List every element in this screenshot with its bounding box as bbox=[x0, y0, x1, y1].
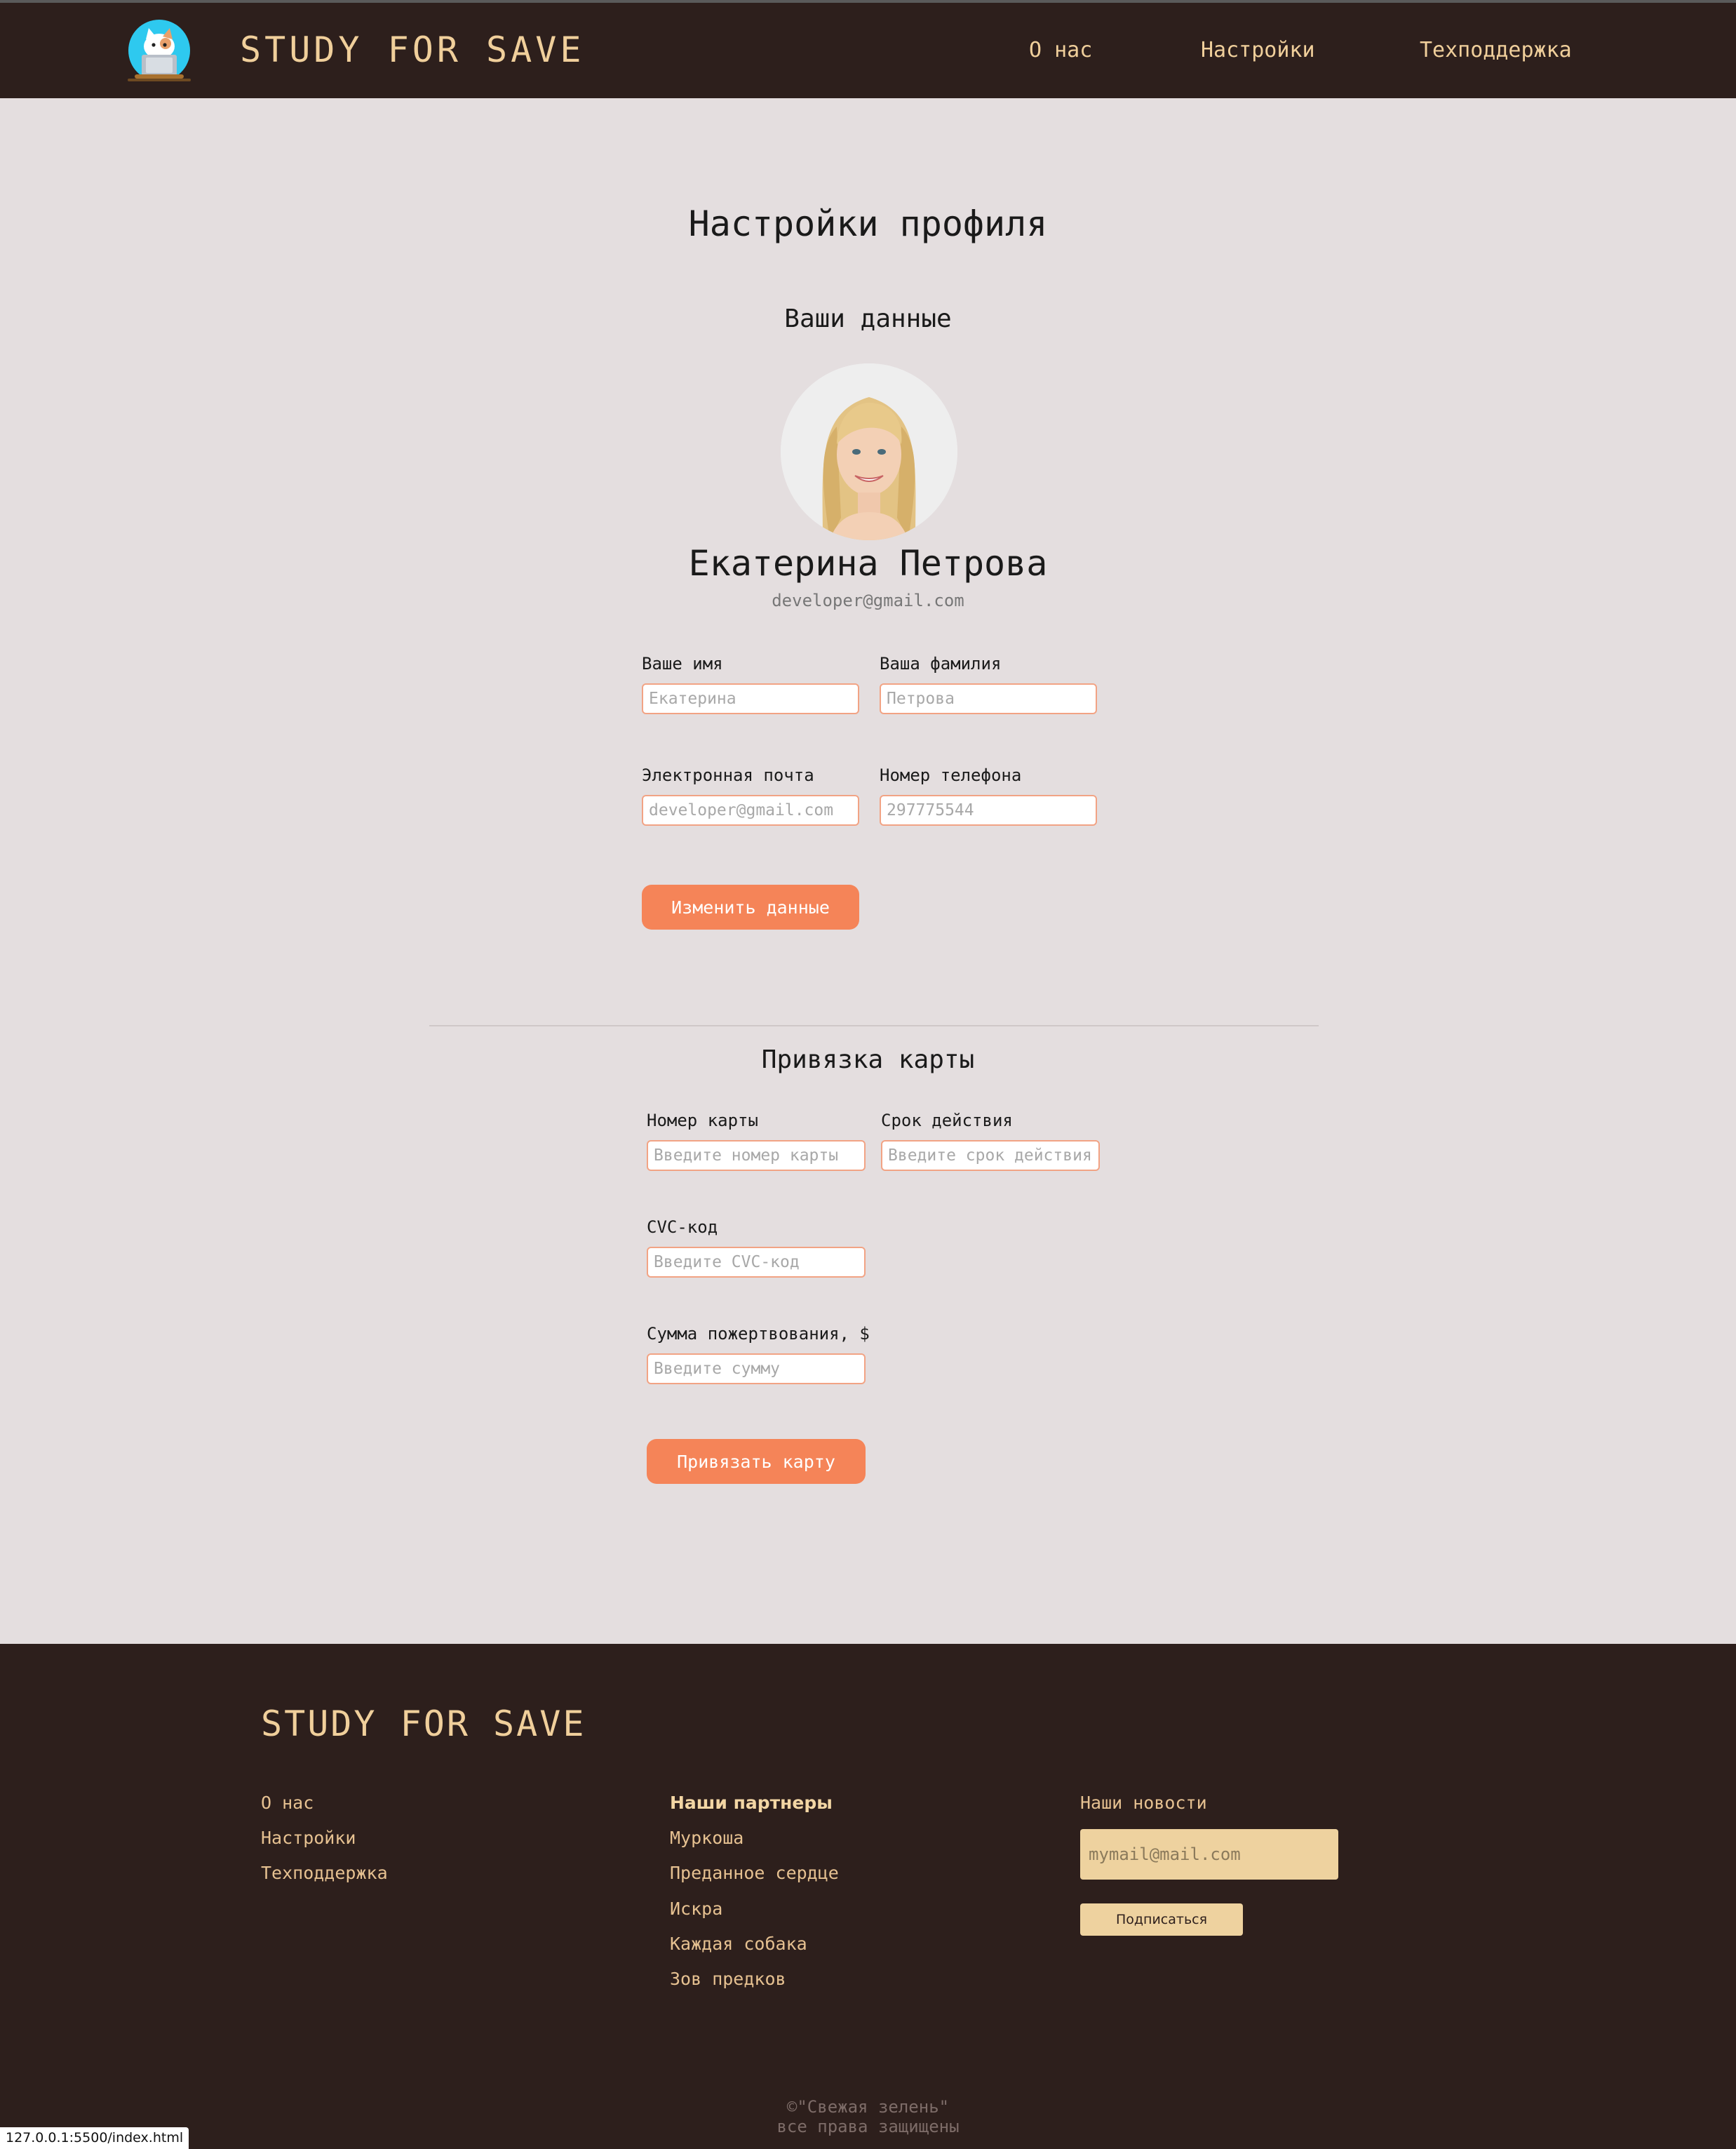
donation-amount-label: Сумма пожертвования, $ bbox=[647, 1324, 870, 1344]
subscribe-button[interactable]: Подписаться bbox=[1080, 1903, 1243, 1936]
newsletter-email-input[interactable] bbox=[1080, 1829, 1338, 1880]
avatar-photo bbox=[781, 363, 957, 540]
first-name-input[interactable] bbox=[642, 683, 859, 714]
avatar bbox=[781, 363, 957, 540]
nav-item-settings[interactable]: Настройки bbox=[1201, 38, 1315, 62]
card-expiry-label: Срок действия bbox=[881, 1111, 1013, 1130]
cvc-input[interactable] bbox=[647, 1247, 866, 1278]
profile-section-title: Ваши данные bbox=[784, 304, 952, 333]
donation-amount-input[interactable] bbox=[647, 1353, 866, 1384]
card-expiry-input[interactable] bbox=[881, 1140, 1100, 1171]
last-name-label: Ваша фамилия bbox=[880, 654, 1002, 674]
copyright-line-2: все права защищены bbox=[776, 2117, 960, 2136]
email-label: Электронная почта bbox=[642, 765, 814, 785]
site-footer: STUDY FOR SAVE О нас Настройки Техподдер… bbox=[0, 1644, 1736, 2149]
card-number-label: Номер карты bbox=[647, 1111, 758, 1130]
card-number-input[interactable] bbox=[647, 1140, 866, 1171]
footer-brand[interactable]: STUDY FOR SAVE bbox=[261, 1703, 586, 1744]
partners-heading: Наши партнеры bbox=[670, 1793, 833, 1813]
partner-link-4[interactable]: Каждая собака bbox=[670, 1934, 807, 1954]
card-section-title: Привязка карты bbox=[761, 1045, 975, 1074]
nav-item-about[interactable]: О нас bbox=[1029, 38, 1092, 62]
section-divider bbox=[429, 1025, 1319, 1026]
page-title: Настройки профиля bbox=[688, 203, 1048, 244]
partner-link-2[interactable]: Преданное сердце bbox=[670, 1863, 839, 1883]
user-full-name: Екатерина Петрова bbox=[688, 543, 1048, 584]
cat-laptop-logo-icon[interactable] bbox=[121, 18, 198, 86]
site-header: STUDY FOR SAVE О нас Настройки Техподдер… bbox=[0, 3, 1736, 98]
footer-link-settings[interactable]: Настройки bbox=[261, 1828, 356, 1848]
brand-title[interactable]: STUDY FOR SAVE bbox=[240, 29, 584, 70]
news-heading: Наши новости bbox=[1080, 1793, 1207, 1813]
user-email: developer@gmail.com bbox=[772, 591, 964, 610]
settings-main: Настройки профиля Ваши данные Екатерина … bbox=[0, 98, 1736, 1644]
link-card-button[interactable]: Привязать карту bbox=[647, 1439, 866, 1484]
footer-link-about[interactable]: О нас bbox=[261, 1793, 314, 1813]
first-name-label: Ваше имя bbox=[642, 654, 723, 674]
phone-label: Номер телефона bbox=[880, 765, 1022, 785]
email-input[interactable] bbox=[642, 795, 859, 826]
footer-link-support[interactable]: Техподдержка bbox=[261, 1863, 388, 1883]
partner-link-3[interactable]: Искра bbox=[670, 1899, 722, 1919]
cvc-label: CVC-код bbox=[647, 1217, 718, 1237]
copyright-line-1: ©"Свежая зелень" bbox=[786, 2097, 950, 2117]
last-name-input[interactable] bbox=[880, 683, 1097, 714]
phone-input[interactable] bbox=[880, 795, 1097, 826]
partner-link-1[interactable]: Муркоша bbox=[670, 1828, 743, 1848]
nav-item-support[interactable]: Техподдержка bbox=[1420, 38, 1572, 62]
partner-link-5[interactable]: Зов предков bbox=[670, 1969, 786, 1989]
update-profile-button[interactable]: Изменить данные bbox=[642, 885, 859, 930]
browser-status-url: 127.0.0.1:5500/index.html bbox=[0, 2127, 189, 2149]
